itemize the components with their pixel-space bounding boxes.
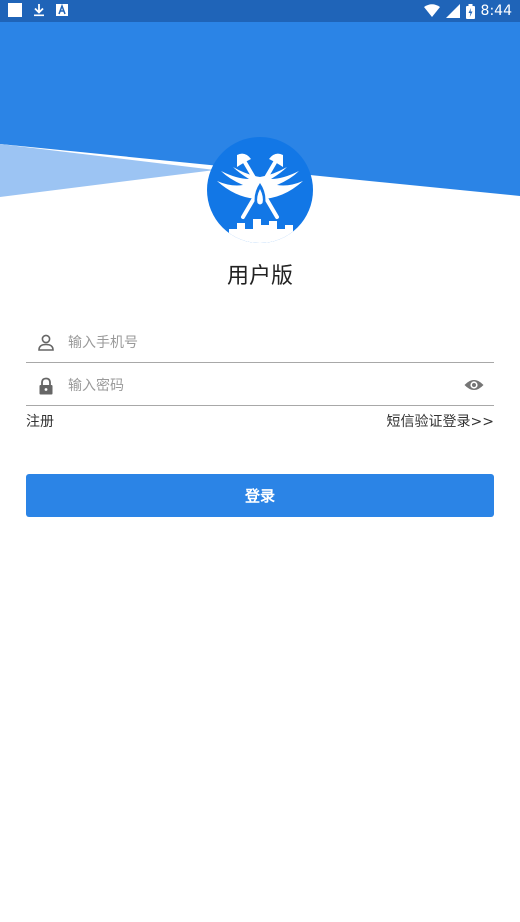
status-time: 8:44: [480, 3, 512, 19]
phone-input[interactable]: [68, 330, 458, 356]
status-notifications: [8, 3, 68, 17]
password-field: [26, 365, 494, 406]
square-notification-icon: [8, 3, 22, 17]
app-title: 用户版: [226, 264, 293, 289]
wifi-icon: [423, 4, 440, 17]
signal-icon: [445, 4, 460, 18]
link-row: 注册 短信验证登录>>: [26, 411, 494, 433]
status-system: 8:44: [423, 2, 512, 20]
download-icon: [34, 4, 44, 17]
a-notification-icon: [56, 4, 68, 16]
password-input[interactable]: [68, 373, 458, 399]
battery-icon: [465, 3, 475, 19]
app-logo: [207, 137, 313, 243]
status-bar: 8:44: [0, 0, 520, 22]
eye-icon[interactable]: [464, 378, 484, 392]
login-screen: 8:44 用户版 输入手机号 注册 短信验证登录>> 登录: [0, 0, 520, 922]
register-link[interactable]: 注册: [26, 411, 54, 431]
lock-icon: [39, 377, 53, 395]
sms-login-link[interactable]: 短信验证登录>>: [387, 411, 494, 431]
user-icon: [38, 334, 54, 351]
login-button[interactable]: 登录: [26, 474, 494, 517]
phone-field: [26, 322, 494, 363]
